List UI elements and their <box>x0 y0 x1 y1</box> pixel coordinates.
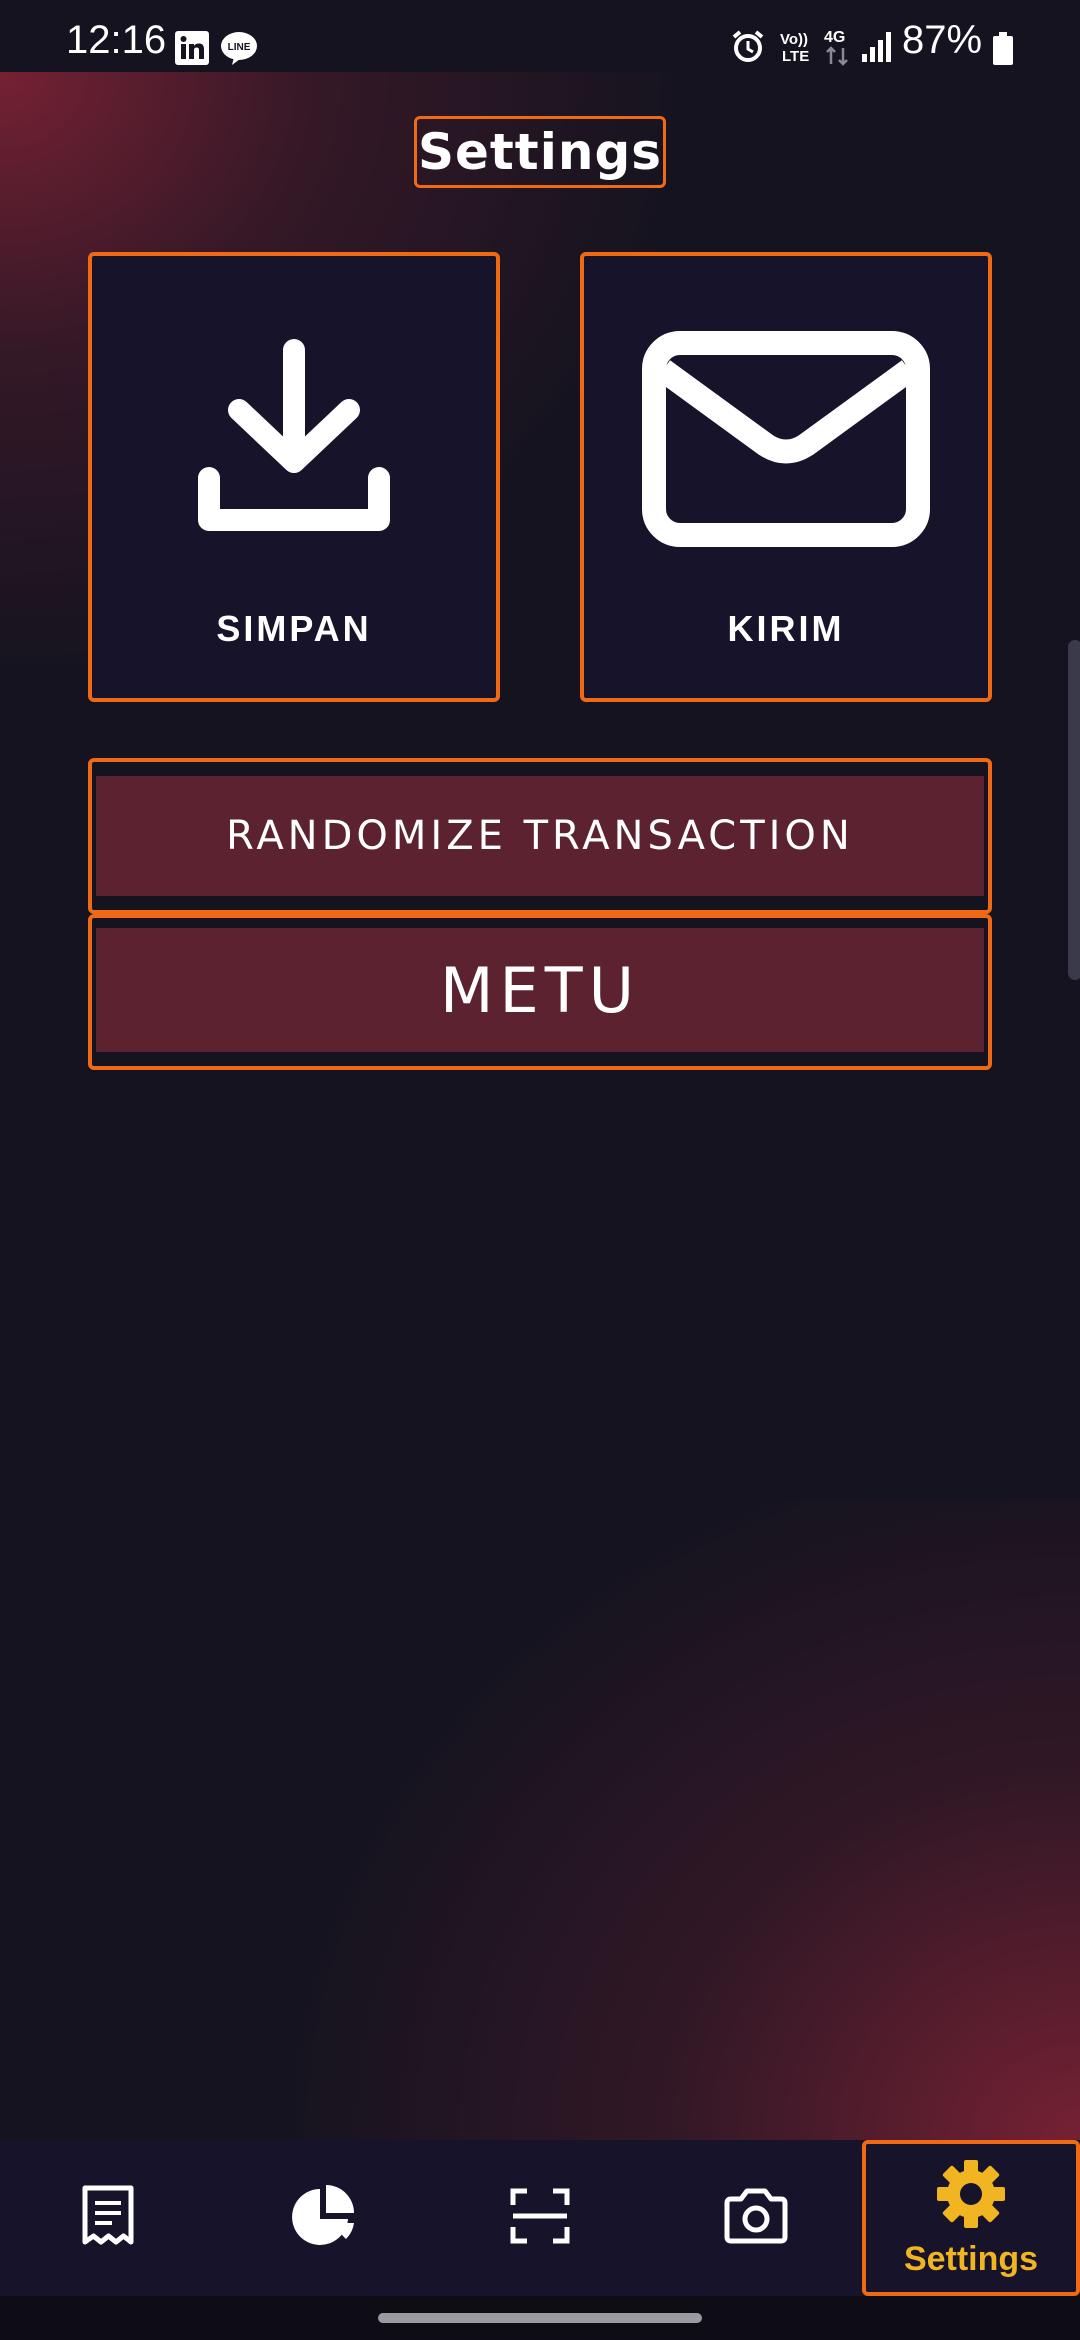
status-time: 12:16 <box>66 18 167 62</box>
kirim-label: KIRIM <box>727 608 845 649</box>
simpan-label: SIMPAN <box>216 608 372 649</box>
svg-text:LINE: LINE <box>228 42 251 53</box>
network-4g-icon: 4G <box>822 28 854 72</box>
home-gesture-pill[interactable] <box>378 2313 702 2323</box>
metu-button[interactable]: METU <box>88 914 992 1070</box>
download-icon <box>92 330 496 540</box>
line-icon: LINE <box>220 30 258 70</box>
svg-text:Vo)): Vo)) <box>780 31 808 48</box>
scan-icon <box>509 2187 571 2249</box>
camera-icon <box>723 2187 789 2249</box>
linkedin-icon <box>174 30 210 70</box>
metu-label: METU <box>440 953 640 1027</box>
receipt-icon <box>80 2183 136 2253</box>
gear-icon <box>935 2158 1007 2234</box>
nav-statistics[interactable] <box>254 2140 394 2296</box>
nav-settings[interactable]: Settings <box>862 2140 1080 2296</box>
randomize-transaction-button[interactable]: RANDOMIZE TRANSACTION <box>88 758 992 914</box>
scroll-handle[interactable] <box>1068 640 1080 980</box>
status-bar: 12:16 LINE Vo)) LTE 4G 87% <box>0 0 1080 72</box>
bottom-nav: Settings <box>0 2140 1080 2296</box>
page-title: Settings <box>417 123 662 181</box>
signal-icon <box>860 30 894 68</box>
simpan-button[interactable]: SIMPAN <box>88 252 500 702</box>
metu-fill: METU <box>96 928 984 1052</box>
svg-text:LTE: LTE <box>782 48 809 65</box>
settings-screen: 12:16 LINE Vo)) LTE 4G 87% Settings SIMP… <box>0 0 1080 2340</box>
randomize-transaction-label: RANDOMIZE TRANSACTION <box>226 813 854 859</box>
svg-text:4G: 4G <box>824 29 845 46</box>
nav-camera[interactable] <box>686 2140 826 2296</box>
pie-chart-icon <box>288 2183 360 2253</box>
gesture-bar <box>0 2296 1080 2340</box>
battery-icon <box>992 32 1014 70</box>
nav-settings-label: Settings <box>903 2239 1039 2278</box>
page-title-box: Settings <box>414 116 666 188</box>
kirim-button[interactable]: KIRIM <box>580 252 992 702</box>
nav-receipt[interactable] <box>38 2140 178 2296</box>
background-gradient-bottom <box>0 1500 1080 2140</box>
nav-scan[interactable] <box>470 2140 610 2296</box>
battery-percent: 87% <box>902 18 983 62</box>
alarm-icon <box>730 28 766 68</box>
volte-icon: Vo)) LTE <box>778 30 816 70</box>
mail-icon <box>584 330 988 548</box>
randomize-transaction-fill: RANDOMIZE TRANSACTION <box>96 776 984 896</box>
